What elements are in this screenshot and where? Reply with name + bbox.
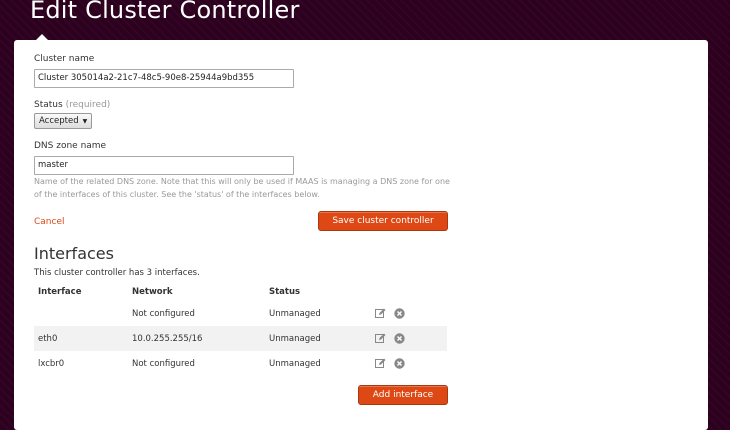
table-row: lxcbr0 Not configured Unmanaged xyxy=(34,351,447,376)
page-title: Edit Cluster Controller xyxy=(30,0,300,24)
cell-network: 10.0.255.255/16 xyxy=(132,333,203,344)
delete-icon[interactable] xyxy=(394,358,405,369)
row-actions xyxy=(375,358,405,369)
cancel-link[interactable]: Cancel xyxy=(34,217,65,227)
table-header: Interface Network Status xyxy=(34,283,447,301)
required-note: (required) xyxy=(65,100,111,110)
column-header-status: Status xyxy=(269,287,301,297)
edit-icon[interactable] xyxy=(375,358,386,369)
cluster-name-label: Cluster name xyxy=(34,54,95,64)
row-actions xyxy=(375,308,405,319)
edit-cluster-card: Cluster name Cluster 305014a2-21c7-48c5-… xyxy=(14,40,708,430)
dns-help-text: Name of the related DNS zone. Note that … xyxy=(34,177,450,199)
cell-status: Unmanaged xyxy=(269,358,321,369)
interfaces-summary: This cluster controller has 3 interfaces… xyxy=(34,268,200,278)
cell-interface: eth0 xyxy=(38,333,58,344)
edit-icon[interactable] xyxy=(375,308,386,319)
cell-network: Not configured xyxy=(132,308,195,319)
cell-status: Unmanaged xyxy=(269,308,321,319)
delete-icon[interactable] xyxy=(394,308,405,319)
save-cluster-button[interactable]: Save cluster controller xyxy=(318,211,448,231)
status-label-text: Status xyxy=(34,100,63,110)
column-header-interface: Interface xyxy=(38,287,82,297)
edit-icon[interactable] xyxy=(375,333,386,344)
dns-zone-label: DNS zone name xyxy=(34,141,107,151)
cluster-name-input[interactable]: Cluster 305014a2-21c7-48c5-90e8-25944a9b… xyxy=(34,69,294,88)
delete-icon[interactable] xyxy=(394,333,405,344)
row-actions xyxy=(375,333,405,344)
status-select[interactable]: Accepted ▼ xyxy=(34,113,93,129)
chevron-down-icon: ▼ xyxy=(82,118,88,125)
add-interface-button[interactable]: Add interface xyxy=(358,385,448,405)
table-row: Not configured Unmanaged xyxy=(34,301,447,326)
status-label: Status (required) xyxy=(34,100,110,110)
cell-status: Unmanaged xyxy=(269,333,321,344)
status-select-value: Accepted xyxy=(39,116,79,126)
column-header-network: Network xyxy=(132,287,173,297)
cell-network: Not configured xyxy=(132,358,195,369)
dns-zone-input[interactable]: master xyxy=(34,156,294,175)
cell-interface: lxcbr0 xyxy=(38,358,65,369)
interfaces-table: Interface Network Status Not configured … xyxy=(34,283,447,376)
table-row: eth0 10.0.255.255/16 Unmanaged xyxy=(34,326,447,351)
interfaces-heading: Interfaces xyxy=(34,244,114,263)
